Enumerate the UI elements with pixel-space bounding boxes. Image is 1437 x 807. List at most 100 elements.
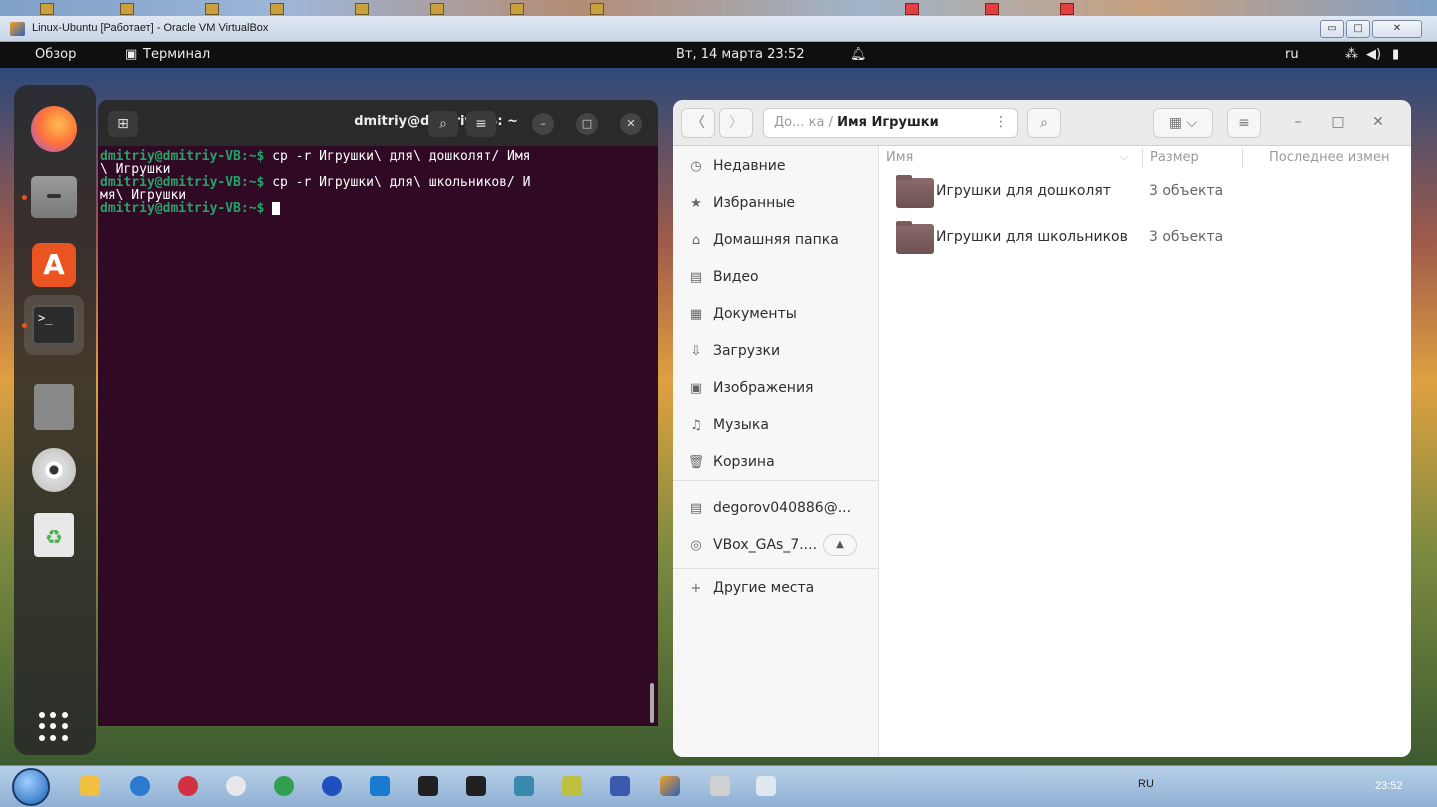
terminal-headerbar[interactable]: ⊞ dmitriy@dmitriy-VB: ~ ⌕ ≡ – □ ✕ <box>98 100 658 146</box>
app-icon[interactable] <box>710 776 730 796</box>
pdf-icon[interactable] <box>985 3 999 15</box>
taskbar-clock[interactable]: 23:52 <box>1375 780 1403 792</box>
sidebar-item-label: Музыка <box>713 417 769 433</box>
files-headerbar[interactable]: 〈 〉 До... ка / Имя Игрушки ⋮ ⌕ ▦ ⌵ ≡ – □… <box>673 100 1411 146</box>
battery-icon[interactable]: ▮ <box>1392 47 1399 62</box>
host-desktop-icon[interactable] <box>270 3 284 15</box>
sidebar-item-label: Домашняя папка <box>713 232 839 248</box>
maximize-icon[interactable]: □ <box>1323 108 1353 138</box>
sidebar-item-pictures[interactable]: ▣ Изображения <box>687 378 814 398</box>
app-icon[interactable] <box>562 776 582 796</box>
start-button[interactable] <box>12 768 50 806</box>
sidebar-item-trash[interactable]: 🗑 Корзина <box>687 452 775 472</box>
host-desktop-icon[interactable] <box>355 3 369 15</box>
terminal-app-icon: ▣ <box>125 47 138 62</box>
sort-chevron-icon[interactable]: ⌵ <box>1120 150 1128 164</box>
vscode-icon[interactable] <box>370 776 390 796</box>
back-button[interactable]: 〈 <box>681 108 715 138</box>
close-icon[interactable]: ✕ <box>620 113 642 135</box>
sidebar-item-recent[interactable]: ◷ Недавние <box>687 156 785 176</box>
path-bar[interactable]: До... ка / Имя Игрушки <box>763 108 1018 138</box>
host-desktop-icon[interactable] <box>40 3 54 15</box>
plus-icon: + <box>690 580 702 596</box>
pinterest-icon[interactable] <box>178 776 198 796</box>
maximize-icon[interactable]: □ <box>576 113 598 135</box>
path-prefix[interactable]: До... ка / <box>774 115 833 130</box>
files-window[interactable]: 〈 〉 До... ка / Имя Игрушки ⋮ ⌕ ▦ ⌵ ≡ – □… <box>673 100 1411 757</box>
dock-app-center[interactable]: A <box>24 235 84 295</box>
terminal-scrollbar[interactable] <box>650 683 654 723</box>
yandex-icon[interactable] <box>226 776 246 796</box>
column-header-name[interactable]: Имя <box>886 150 913 165</box>
pdf-icon[interactable] <box>1060 3 1074 15</box>
sidebar-item-music[interactable]: ♫ Музыка <box>687 415 769 435</box>
video-icon: ▤ <box>689 269 703 285</box>
virtualbox-titlebar[interactable]: Linux-Ubuntu [Работает] - Oracle VM Virt… <box>0 16 1437 42</box>
datetime-clock[interactable]: Вт, 14 марта 23:52 <box>676 47 805 62</box>
volume-icon[interactable]: ◀) <box>1366 47 1381 62</box>
app-icon[interactable] <box>756 776 776 796</box>
dock-cd-drive[interactable] <box>24 440 84 500</box>
minimize-icon[interactable]: – <box>532 113 554 135</box>
sidebar-item-network-drive[interactable]: ▤ degorov040886@... <box>687 498 851 518</box>
dock-show-apps[interactable] <box>24 697 84 757</box>
virtualbox-icon[interactable] <box>660 776 680 796</box>
view-toggle-grid-icon[interactable]: ▦ ⌵ <box>1153 108 1213 138</box>
menu-icon[interactable]: ≡ <box>1227 108 1261 138</box>
column-header-size[interactable]: Размер <box>1150 150 1199 165</box>
search-icon[interactable]: ⌕ <box>1027 108 1061 138</box>
keyboard-layout[interactable]: ru <box>1285 47 1299 62</box>
column-header-modified[interactable]: Последнее измен <box>1269 150 1389 165</box>
host-desktop-icon[interactable] <box>120 3 134 15</box>
menu-icon[interactable]: ≡ <box>466 111 496 137</box>
app-menu[interactable]: Терминал <box>143 47 210 62</box>
dock-terminal[interactable]: >_ <box>22 295 84 355</box>
close-icon[interactable]: ✕ <box>1363 108 1393 138</box>
pdf-icon[interactable] <box>905 3 919 15</box>
app-icon[interactable] <box>514 776 534 796</box>
forward-button[interactable]: 〉 <box>719 108 753 138</box>
terminal-output[interactable]: dmitriy@dmitriy-VB:~$ cp -r Игрушки\ для… <box>98 146 658 219</box>
file-row[interactable]: Игрушки для школьников 3 объекта <box>880 220 1411 256</box>
trash-icon: 🗑 <box>687 454 705 470</box>
search-icon[interactable]: ⌕ <box>428 111 458 137</box>
host-desktop-icon[interactable] <box>590 3 604 15</box>
pycharm-icon[interactable] <box>418 776 438 796</box>
minimize-button[interactable]: ▭ <box>1320 20 1344 38</box>
host-desktop-icon[interactable] <box>205 3 219 15</box>
dock-files[interactable] <box>22 167 84 227</box>
host-desktop-icon[interactable] <box>430 3 444 15</box>
sidebar-item-home[interactable]: ⌂ Домашняя папка <box>687 230 839 250</box>
file-row[interactable]: Игрушки для дошколят 3 объекта <box>880 174 1411 210</box>
sidebar-item-label: Корзина <box>713 454 775 470</box>
sidebar-item-label: degorov040886@... <box>713 500 852 516</box>
sidebar-item-vbox-disc[interactable]: ◎ VBox_GAs_7.... ▲ <box>687 534 858 556</box>
dock-trash[interactable]: ♻ <box>24 505 84 565</box>
close-button[interactable]: ✕ <box>1372 20 1422 38</box>
notification-bell-icon[interactable]: 🔔︎ <box>850 47 867 62</box>
dock-disks[interactable] <box>24 377 84 437</box>
command-text <box>264 201 272 216</box>
sidebar-item-documents[interactable]: ▦ Документы <box>687 304 797 324</box>
browser-icon[interactable] <box>130 776 150 796</box>
explorer-icon[interactable] <box>80 776 100 796</box>
maximize-button[interactable]: □ <box>1346 20 1370 38</box>
sidebar-item-starred[interactable]: ★ Избранные <box>687 193 795 213</box>
path-menu-icon[interactable]: ⋮ <box>988 108 1014 138</box>
eject-icon[interactable]: ▲ <box>823 534 858 556</box>
terminal-window[interactable]: ⊞ dmitriy@dmitriy-VB: ~ ⌕ ≡ – □ ✕ dmitri… <box>98 100 658 726</box>
host-desktop-icon[interactable] <box>510 3 524 15</box>
chrome-icon[interactable] <box>274 776 294 796</box>
path-current[interactable]: Имя Игрушки <box>837 115 939 130</box>
app-icon[interactable] <box>610 776 630 796</box>
dock-firefox[interactable] <box>24 99 84 159</box>
sidebar-item-downloads[interactable]: ⇩ Загрузки <box>687 341 781 361</box>
minimize-icon[interactable]: – <box>1283 108 1313 138</box>
sidebar-item-other-places[interactable]: + Другие места <box>687 578 815 598</box>
sidebar-item-videos[interactable]: ▤ Видео <box>687 267 759 287</box>
edge-icon[interactable] <box>322 776 342 796</box>
ide-icon[interactable] <box>466 776 486 796</box>
network-icon[interactable]: ⁂ <box>1345 47 1358 62</box>
language-indicator[interactable]: RU <box>1138 778 1154 790</box>
activities-button[interactable]: Обзор <box>35 47 76 62</box>
